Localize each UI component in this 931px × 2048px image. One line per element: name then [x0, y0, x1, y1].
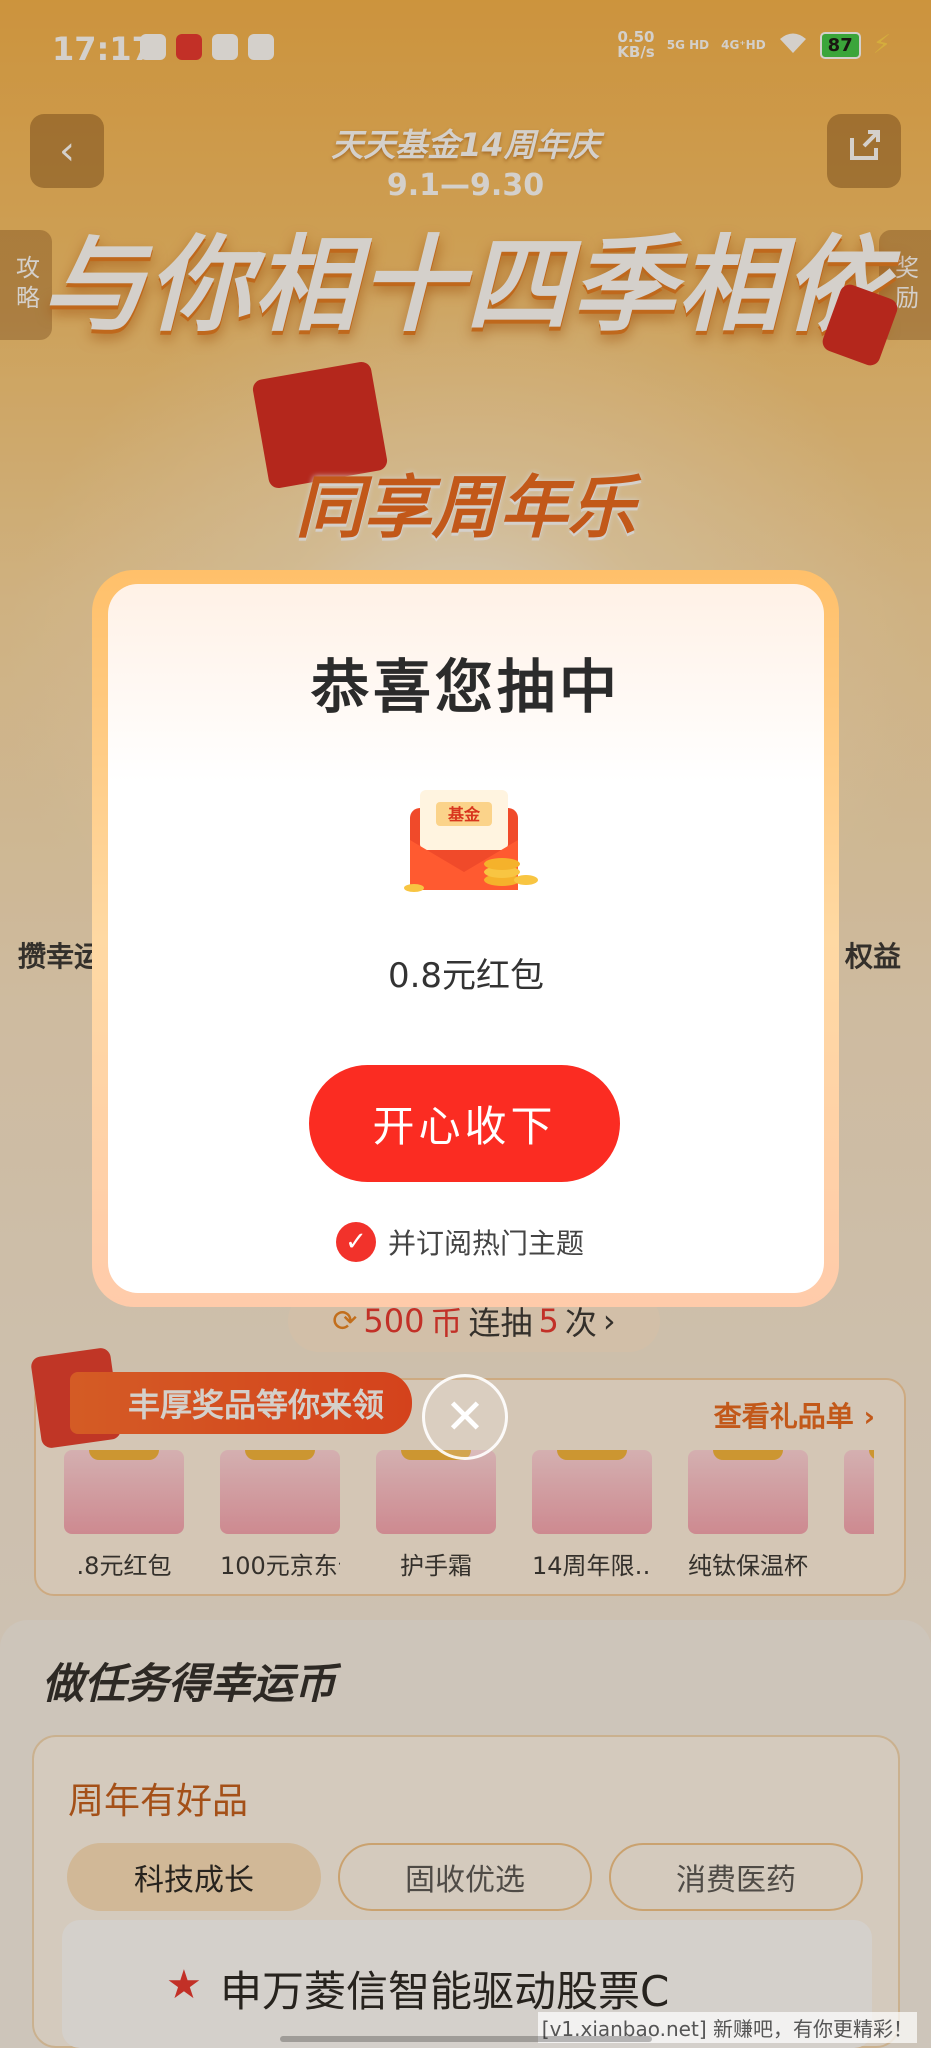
accept-prize-button[interactable]: 开心收下: [309, 1065, 620, 1182]
close-icon: ✕: [444, 1389, 486, 1445]
subscribe-label: 并订阅热门主题: [388, 1227, 585, 1260]
subscribe-checkbox[interactable]: ✓ 并订阅热门主题: [336, 1222, 584, 1262]
close-modal-button[interactable]: ✕: [422, 1374, 508, 1460]
fund-red-envelope-icon: 基金: [396, 780, 544, 900]
checkmark-icon: ✓: [336, 1222, 376, 1262]
prize-icon-text: 基金: [447, 805, 481, 824]
prize-value: 0.8元红包: [387, 956, 545, 996]
modal-title: 恭喜您抽中: [310, 653, 621, 721]
home-indicator[interactable]: [280, 2036, 652, 2042]
